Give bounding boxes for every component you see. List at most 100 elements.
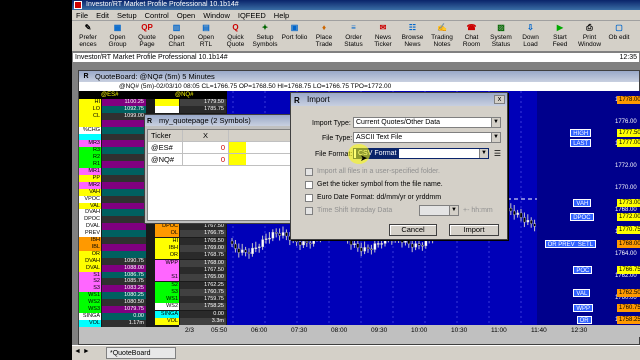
extra-cell: [228, 142, 246, 153]
left-symbol-1: @ES#: [101, 92, 119, 98]
level-label: [155, 266, 179, 274]
level-label: S1: [155, 274, 179, 282]
toolbar-button-label: Quick Quote: [226, 34, 245, 48]
toolbar-button-label: Quote Page: [138, 34, 156, 48]
table-row[interactable]: @ES# 0: [148, 142, 302, 154]
file-type-value: ASCII Text File: [356, 134, 403, 141]
quotepage-window[interactable]: R my_quotepage (2 Symbols) Ticker X @ES#…: [144, 114, 304, 224]
toolbar-button-label: Trading Notes: [431, 34, 453, 48]
chevron-down-icon[interactable]: ▼: [449, 206, 458, 215]
toolbar-button-quick-quote[interactable]: Q Quick Quote: [223, 23, 249, 51]
toolbar-button-label: Prefer ences: [79, 34, 97, 48]
close-icon[interactable]: x: [494, 95, 505, 104]
toolbar-button-label: Open Group: [108, 34, 127, 48]
toolbar-button-browse-news[interactable]: ☷ Browse News: [400, 23, 426, 51]
level-value: 1758.25: [180, 303, 226, 311]
candle-body: [305, 241, 309, 244]
toolbar-button-open-rtl[interactable]: ▤ Open RTL: [193, 23, 219, 51]
file-format-select[interactable]: CSV Format ▼: [353, 148, 489, 159]
import-dialog-title-bar[interactable]: R Import x: [291, 93, 507, 106]
menu-help[interactable]: Help: [270, 10, 293, 21]
toolbar-button-setup-symbols[interactable]: ✦ Setup Symbols: [252, 23, 278, 51]
toolbar-button-quote-page[interactable]: QP Quote Page: [134, 23, 160, 51]
ticker-from-filename-checkbox[interactable]: [305, 181, 313, 189]
time-tick-label: 08:00: [331, 327, 348, 334]
format-settings-icon[interactable]: ☰: [492, 148, 503, 159]
price-tag-label: OR PREV_SETL: [544, 240, 596, 248]
menu-open[interactable]: Open: [173, 10, 199, 21]
candle-body: [251, 247, 254, 254]
quotepage-grid[interactable]: Ticker X @ES# 0 @NQ# 0: [147, 129, 303, 221]
file-type-select[interactable]: ASCII Text File ▼: [353, 132, 501, 143]
time-shift-select[interactable]: ▼: [419, 205, 459, 216]
menu-setup[interactable]: Setup: [113, 10, 141, 21]
candle-body: [237, 248, 241, 253]
taskbar-tab-quoteboard[interactable]: *QuoteBoard: [106, 347, 176, 359]
import-button[interactable]: Import: [449, 224, 499, 236]
quotepage-header-row: Ticker X: [148, 130, 302, 142]
page-indicator: 2/3: [185, 327, 195, 334]
toolbar-button-label: Print Window: [577, 34, 602, 48]
toolbar-button-order-status[interactable]: ≡ Order Status: [341, 23, 367, 51]
euro-date-checkbox[interactable]: [305, 194, 313, 202]
import-dialog[interactable]: R Import x Import Type: Current Quotes/O…: [290, 92, 508, 240]
euro-date-label: Euro Date Format: dd/mm/yr or yrddmm: [317, 194, 442, 201]
menu-file[interactable]: File: [72, 10, 92, 21]
level-label: VOL: [155, 318, 179, 325]
toolbar-button-start-feed[interactable]: ▶ Start Feed: [547, 23, 573, 51]
import-type-select[interactable]: Current Quotes/Other Data ▼: [353, 117, 501, 128]
candle-body: [254, 247, 258, 249]
quoteboard-title-bar[interactable]: R QuoteBoard: @NQ# (5m) 5 Minutes: [79, 71, 639, 82]
price-tag-label: OR: [576, 316, 592, 324]
menu-control[interactable]: Control: [141, 10, 173, 21]
toolbar-button-preferences[interactable]: ✎ Prefer ences: [75, 23, 101, 51]
cancel-button[interactable]: Cancel: [389, 224, 437, 236]
price-tag-value: 1777.50: [617, 129, 640, 137]
chevron-down-icon[interactable]: ▼: [479, 149, 488, 158]
toolbar-button-object-edit[interactable]: ▢ Ob edit: [606, 23, 632, 51]
open-group-icon: ▦: [113, 23, 122, 32]
open-rtl-icon: ▤: [202, 23, 210, 32]
time-tick-label: 10:00: [411, 327, 428, 334]
menu-edit[interactable]: Edit: [92, 10, 113, 21]
price-tag-value: 1760.75: [617, 304, 640, 312]
toolbar-button-news-ticker[interactable]: ✉ News Ticker: [370, 23, 396, 51]
toolbar-button-chat-room[interactable]: ☎ Chat Room: [459, 23, 485, 51]
x-column-header[interactable]: X: [182, 130, 228, 141]
candle-body: [417, 243, 421, 246]
price-tick-label: 1764.00: [615, 251, 637, 257]
price-tag-value: 1770.75: [617, 226, 640, 234]
toolbar-button-portfolio[interactable]: ▣ Port folio: [282, 23, 308, 51]
toolbar-button-open-group[interactable]: ▦ Open Group: [105, 23, 131, 51]
candle-body: [363, 247, 367, 252]
value-cell: 0: [182, 142, 228, 153]
level-label: [155, 106, 179, 114]
quotepage-title-bar[interactable]: R my_quotepage (2 Symbols): [145, 115, 303, 126]
toolbar-button-system-status[interactable]: ▨ System Status: [488, 23, 514, 51]
all-files-checkbox[interactable]: [305, 168, 313, 176]
toolbar-button-trading-notes[interactable]: ✍ Trading Notes: [429, 23, 455, 51]
price-tag-label: VAL: [573, 289, 591, 297]
toolbar-button-download[interactable]: ⇩ Down Load: [518, 23, 544, 51]
time-shift-checkbox[interactable]: [305, 207, 313, 215]
candle-body: [373, 243, 377, 250]
ticker-column-header[interactable]: Ticker: [148, 130, 182, 141]
candle-body: [370, 248, 373, 251]
candle-body: [410, 243, 414, 248]
quote-page-icon: QP: [141, 23, 153, 32]
chevron-down-icon[interactable]: ▼: [491, 118, 500, 127]
candle-body: [258, 246, 261, 248]
candle-body: [268, 237, 271, 240]
chevron-down-icon[interactable]: ▼: [491, 133, 500, 142]
news-ticker-icon: ✉: [379, 23, 387, 32]
time-shift-label: Time Shift Intraday Data: [317, 207, 393, 214]
preferences-icon: ✎: [84, 23, 92, 32]
menu-iqfeed[interactable]: IQFEED: [234, 10, 270, 21]
toolbar-button-print-window[interactable]: ⎙ Print Window: [577, 23, 603, 51]
ticker-cell: @NQ#: [151, 155, 175, 164]
taskbar-left-arrows[interactable]: ◄ ►: [74, 348, 90, 355]
table-row[interactable]: @NQ# 0: [148, 154, 302, 166]
menu-window[interactable]: Window: [199, 10, 234, 21]
toolbar-button-place-trade[interactable]: ♦ Place Trade: [311, 23, 337, 51]
toolbar-button-open-chart[interactable]: ▥ Open Chart: [164, 23, 190, 51]
